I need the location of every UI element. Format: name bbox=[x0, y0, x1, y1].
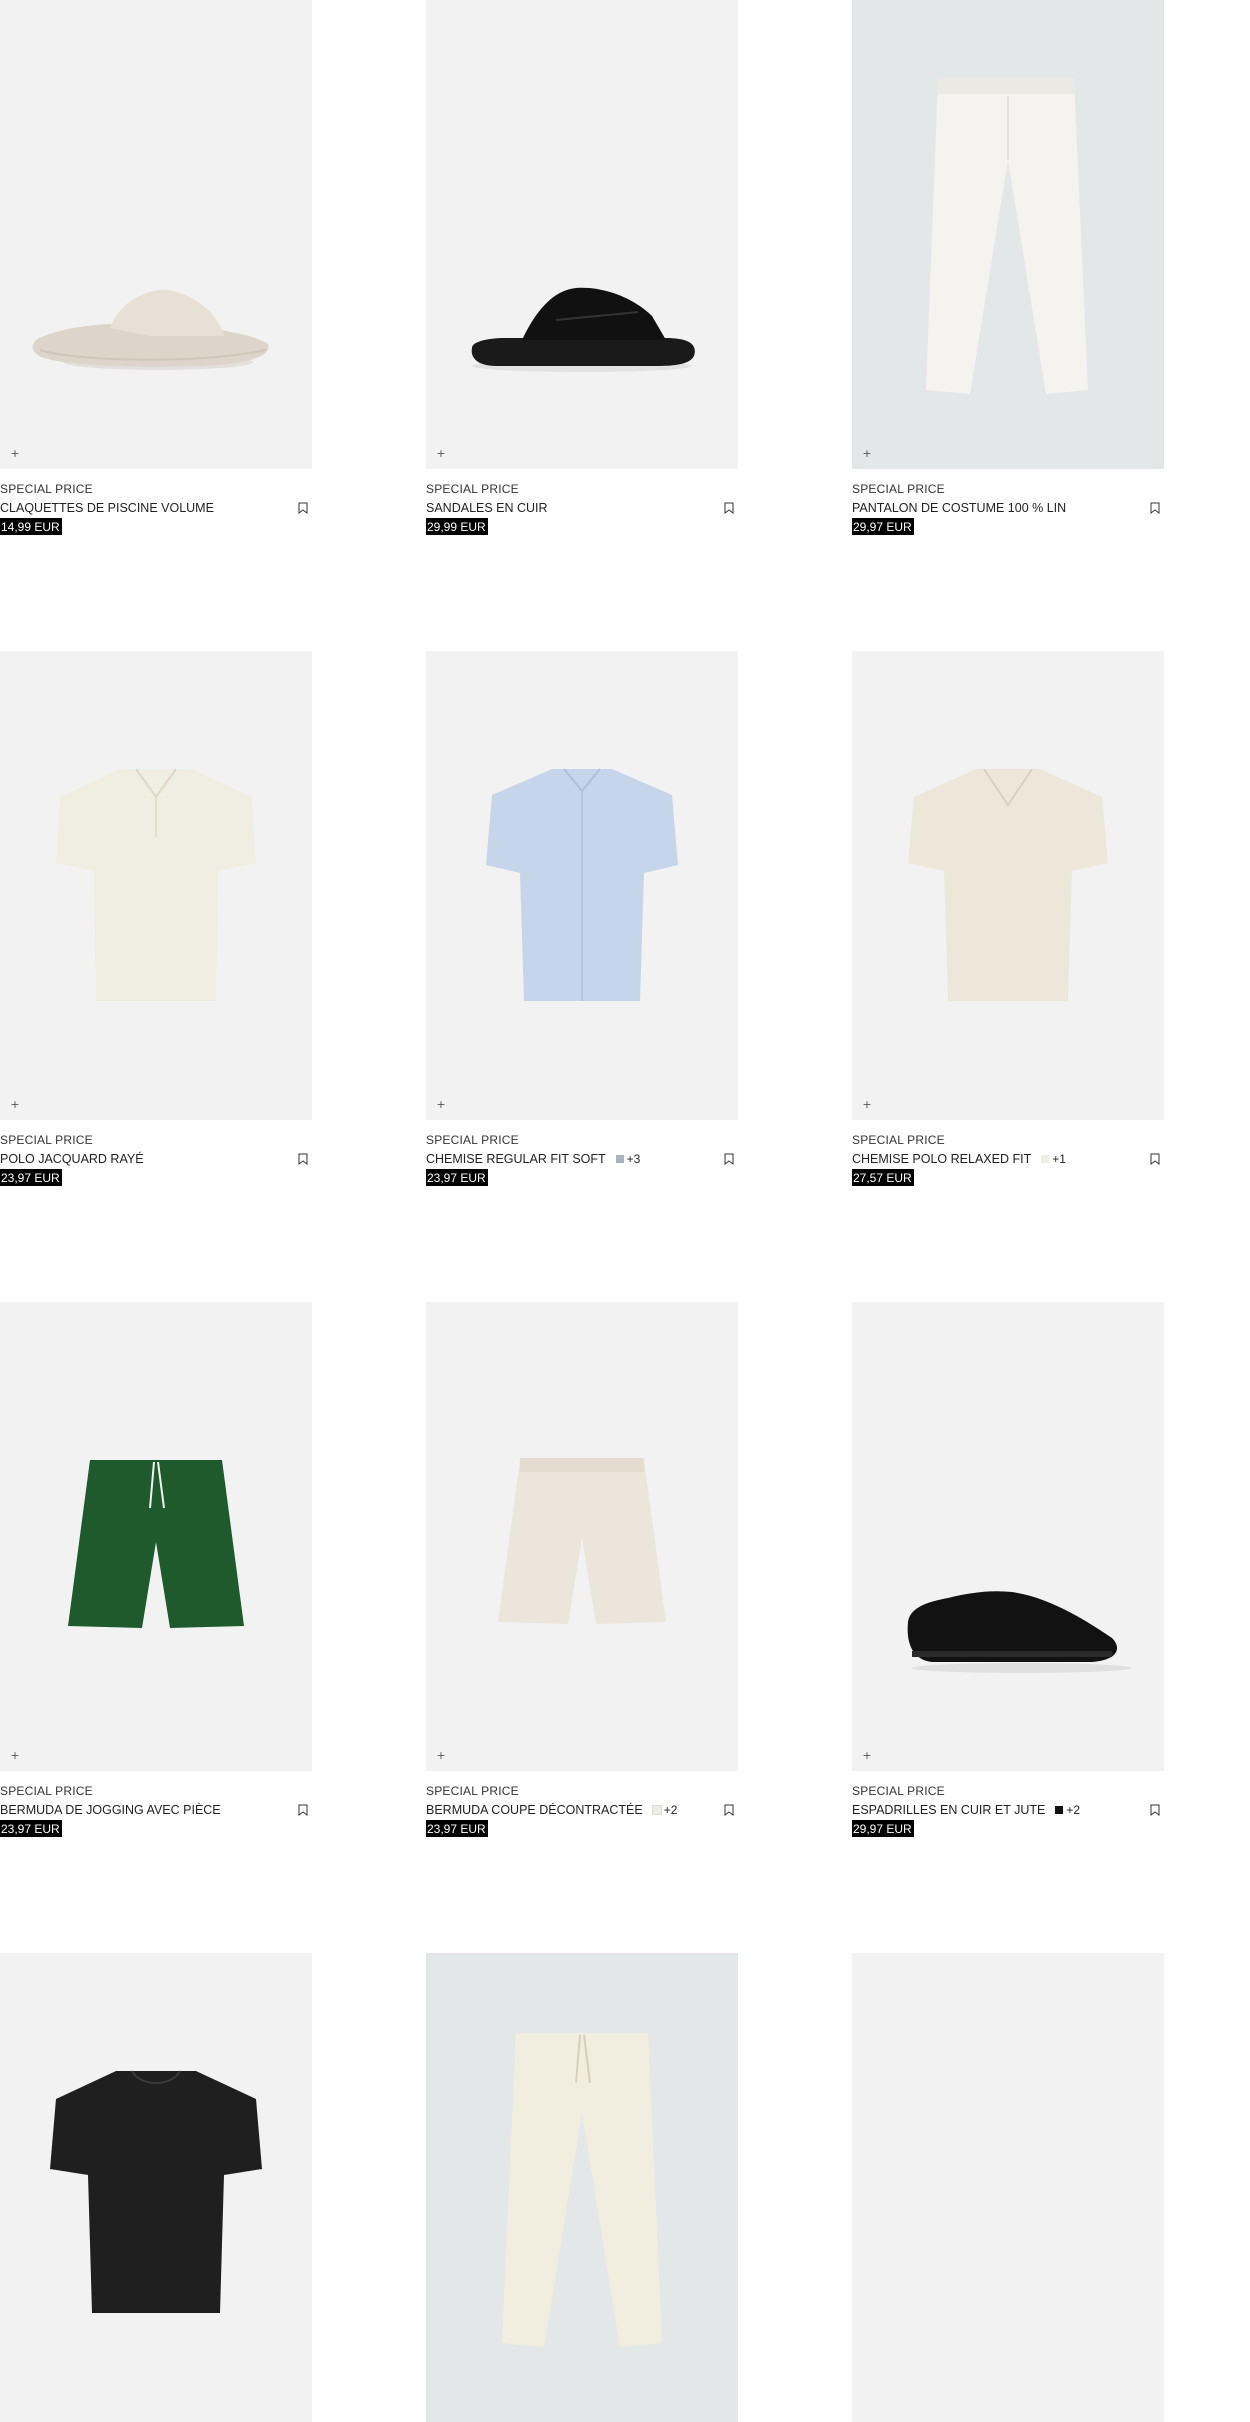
product-name-row: CLAQUETTES DE PISCINE VOLUME bbox=[0, 500, 312, 516]
product-name-row: SANDALES EN CUIR bbox=[426, 500, 738, 516]
product-price: 14,99 EUR bbox=[0, 518, 62, 535]
more-colors-count: +1 bbox=[1052, 1152, 1066, 1166]
product-image[interactable]: + bbox=[426, 0, 738, 469]
product-label: SPECIAL PRICE bbox=[852, 482, 945, 496]
product-card[interactable]: + SPECIAL PRICE CLAQUETTES DE PISCINE VO… bbox=[0, 0, 312, 535]
bookmark-icon[interactable] bbox=[298, 1804, 308, 1816]
product-card[interactable]: + SPECIAL PRICE BERMUDA COUPE DÉCONTRACT… bbox=[426, 1302, 738, 1837]
product-card[interactable]: + SPECIAL PRICE BERMUDA DE JOGGING AVEC … bbox=[0, 1302, 312, 1837]
jogging-shorts-icon bbox=[68, 1460, 244, 1628]
quick-add-icon[interactable]: + bbox=[9, 1750, 21, 1762]
polo-icon bbox=[56, 768, 256, 1001]
bookmark-icon[interactable] bbox=[724, 1153, 734, 1165]
more-colors-count: +3 bbox=[626, 1152, 641, 1166]
product-label: SPECIAL PRICE bbox=[426, 1133, 519, 1147]
product-price: 23,97 EUR bbox=[0, 1820, 62, 1837]
product-name[interactable]: CHEMISE REGULAR FIT SOFT bbox=[426, 1152, 606, 1166]
product-name-row: CHEMISE POLO RELAXED FIT +1 bbox=[852, 1151, 1164, 1167]
product-card[interactable] bbox=[852, 1953, 1164, 2422]
quick-add-icon[interactable]: + bbox=[861, 1099, 873, 1111]
product-label: SPECIAL PRICE bbox=[426, 482, 519, 496]
product-image[interactable]: + bbox=[0, 0, 312, 469]
product-card[interactable]: + SPECIAL PRICE ESPADRILLES EN CUIR ET J… bbox=[852, 1302, 1164, 1837]
product-image[interactable]: + bbox=[0, 1302, 312, 1771]
quick-add-icon[interactable]: + bbox=[435, 448, 447, 460]
bookmark-icon[interactable] bbox=[1150, 1153, 1160, 1165]
product-price: 23,97 EUR bbox=[426, 1820, 488, 1837]
product-name-row: ESPADRILLES EN CUIR ET JUTE +2 bbox=[852, 1802, 1164, 1818]
bermuda-shorts-icon bbox=[498, 1458, 666, 1624]
quick-add-icon[interactable]: + bbox=[9, 448, 21, 460]
bookmark-icon[interactable] bbox=[724, 502, 734, 514]
leather-sandal-icon bbox=[471, 287, 695, 372]
more-colors-count: +2 bbox=[663, 1803, 678, 1817]
product-card[interactable]: + SPECIAL PRICE SANDALES EN CUIR 29,99 E… bbox=[426, 0, 738, 535]
quick-add-icon[interactable]: + bbox=[435, 1099, 447, 1111]
bookmark-icon[interactable] bbox=[1150, 1804, 1160, 1816]
product-name-row: CHEMISE REGULAR FIT SOFT +3 bbox=[426, 1151, 738, 1167]
product-label: SPECIAL PRICE bbox=[426, 1784, 519, 1798]
product-image[interactable] bbox=[852, 1953, 1164, 2422]
product-image[interactable]: + bbox=[852, 1302, 1164, 1771]
quick-add-icon[interactable]: + bbox=[861, 1750, 873, 1762]
product-card[interactable]: + SPECIAL PRICE CHEMISE REGULAR FIT SOFT… bbox=[426, 651, 738, 1186]
shirt-icon bbox=[486, 768, 678, 1001]
product-name-row: BERMUDA COUPE DÉCONTRACTÉE +2 bbox=[426, 1802, 738, 1818]
trousers-icon bbox=[502, 2033, 662, 2347]
product-price: 27,57 EUR bbox=[852, 1169, 914, 1186]
product-card[interactable]: + SPECIAL PRICE PANTALON DE COSTUME 100 … bbox=[852, 0, 1164, 535]
color-swatch[interactable] bbox=[615, 1155, 624, 1163]
product-name[interactable]: BERMUDA COUPE DÉCONTRACTÉE bbox=[426, 1803, 643, 1817]
product-card[interactable] bbox=[0, 1953, 312, 2422]
product-name[interactable]: PANTALON DE COSTUME 100 % LIN bbox=[852, 501, 1066, 515]
tshirt-icon bbox=[50, 2070, 262, 2313]
quick-add-icon[interactable]: + bbox=[9, 1099, 21, 1111]
bookmark-icon[interactable] bbox=[298, 502, 308, 514]
product-label: SPECIAL PRICE bbox=[0, 1133, 93, 1147]
slide-sandal-icon bbox=[32, 289, 269, 370]
polo-shirt-icon bbox=[908, 768, 1108, 1001]
product-label: SPECIAL PRICE bbox=[852, 1133, 945, 1147]
product-image[interactable]: + bbox=[426, 651, 738, 1120]
product-label: SPECIAL PRICE bbox=[0, 1784, 93, 1798]
bookmark-icon[interactable] bbox=[1150, 502, 1160, 514]
product-image[interactable]: + bbox=[0, 651, 312, 1120]
quick-add-icon[interactable]: + bbox=[435, 1750, 447, 1762]
bookmark-icon[interactable] bbox=[298, 1153, 308, 1165]
product-price: 29,99 EUR bbox=[426, 518, 488, 535]
product-image[interactable]: + bbox=[852, 0, 1164, 469]
product-label: SPECIAL PRICE bbox=[852, 1784, 945, 1798]
product-image[interactable]: + bbox=[426, 1302, 738, 1771]
product-name[interactable]: ESPADRILLES EN CUIR ET JUTE bbox=[852, 1803, 1045, 1817]
product-name[interactable]: CHEMISE POLO RELAXED FIT bbox=[852, 1152, 1031, 1166]
product-card[interactable]: + SPECIAL PRICE CHEMISE POLO RELAXED FIT… bbox=[852, 651, 1164, 1186]
product-name[interactable]: POLO JACQUARD RAYÉ bbox=[0, 1152, 144, 1166]
product-name[interactable]: CLAQUETTES DE PISCINE VOLUME bbox=[0, 501, 214, 515]
product-name-row: PANTALON DE COSTUME 100 % LIN bbox=[852, 500, 1164, 516]
product-label: SPECIAL PRICE bbox=[0, 482, 93, 496]
color-swatch[interactable] bbox=[1055, 1806, 1064, 1814]
product-name[interactable]: SANDALES EN CUIR bbox=[426, 501, 548, 515]
color-swatch[interactable] bbox=[1041, 1155, 1050, 1163]
product-image[interactable] bbox=[0, 1953, 312, 2422]
more-colors-count: +2 bbox=[1066, 1803, 1081, 1817]
color-swatch[interactable] bbox=[651, 1805, 662, 1815]
product-name-row: BERMUDA DE JOGGING AVEC PIÈCE bbox=[0, 1802, 312, 1818]
quick-add-icon[interactable]: + bbox=[861, 448, 873, 460]
product-price: 23,97 EUR bbox=[426, 1169, 488, 1186]
product-card[interactable]: + SPECIAL PRICE POLO JACQUARD RAYÉ 23,97… bbox=[0, 651, 312, 1186]
linen-trousers-icon bbox=[926, 78, 1088, 394]
product-price: 23,97 EUR bbox=[0, 1169, 62, 1186]
product-name[interactable]: BERMUDA DE JOGGING AVEC PIÈCE bbox=[0, 1803, 221, 1817]
product-card[interactable] bbox=[426, 1953, 738, 2422]
product-image[interactable]: + bbox=[852, 651, 1164, 1120]
product-image[interactable] bbox=[426, 1953, 738, 2422]
bookmark-icon[interactable] bbox=[724, 1804, 734, 1816]
espadrille-icon bbox=[907, 1591, 1132, 1673]
product-price: 29,97 EUR bbox=[852, 1820, 914, 1837]
product-name-row: POLO JACQUARD RAYÉ bbox=[0, 1151, 312, 1167]
product-price: 29,97 EUR bbox=[852, 518, 914, 535]
product-grid: + SPECIAL PRICE CLAQUETTES DE PISCINE VO… bbox=[0, 0, 1250, 2422]
